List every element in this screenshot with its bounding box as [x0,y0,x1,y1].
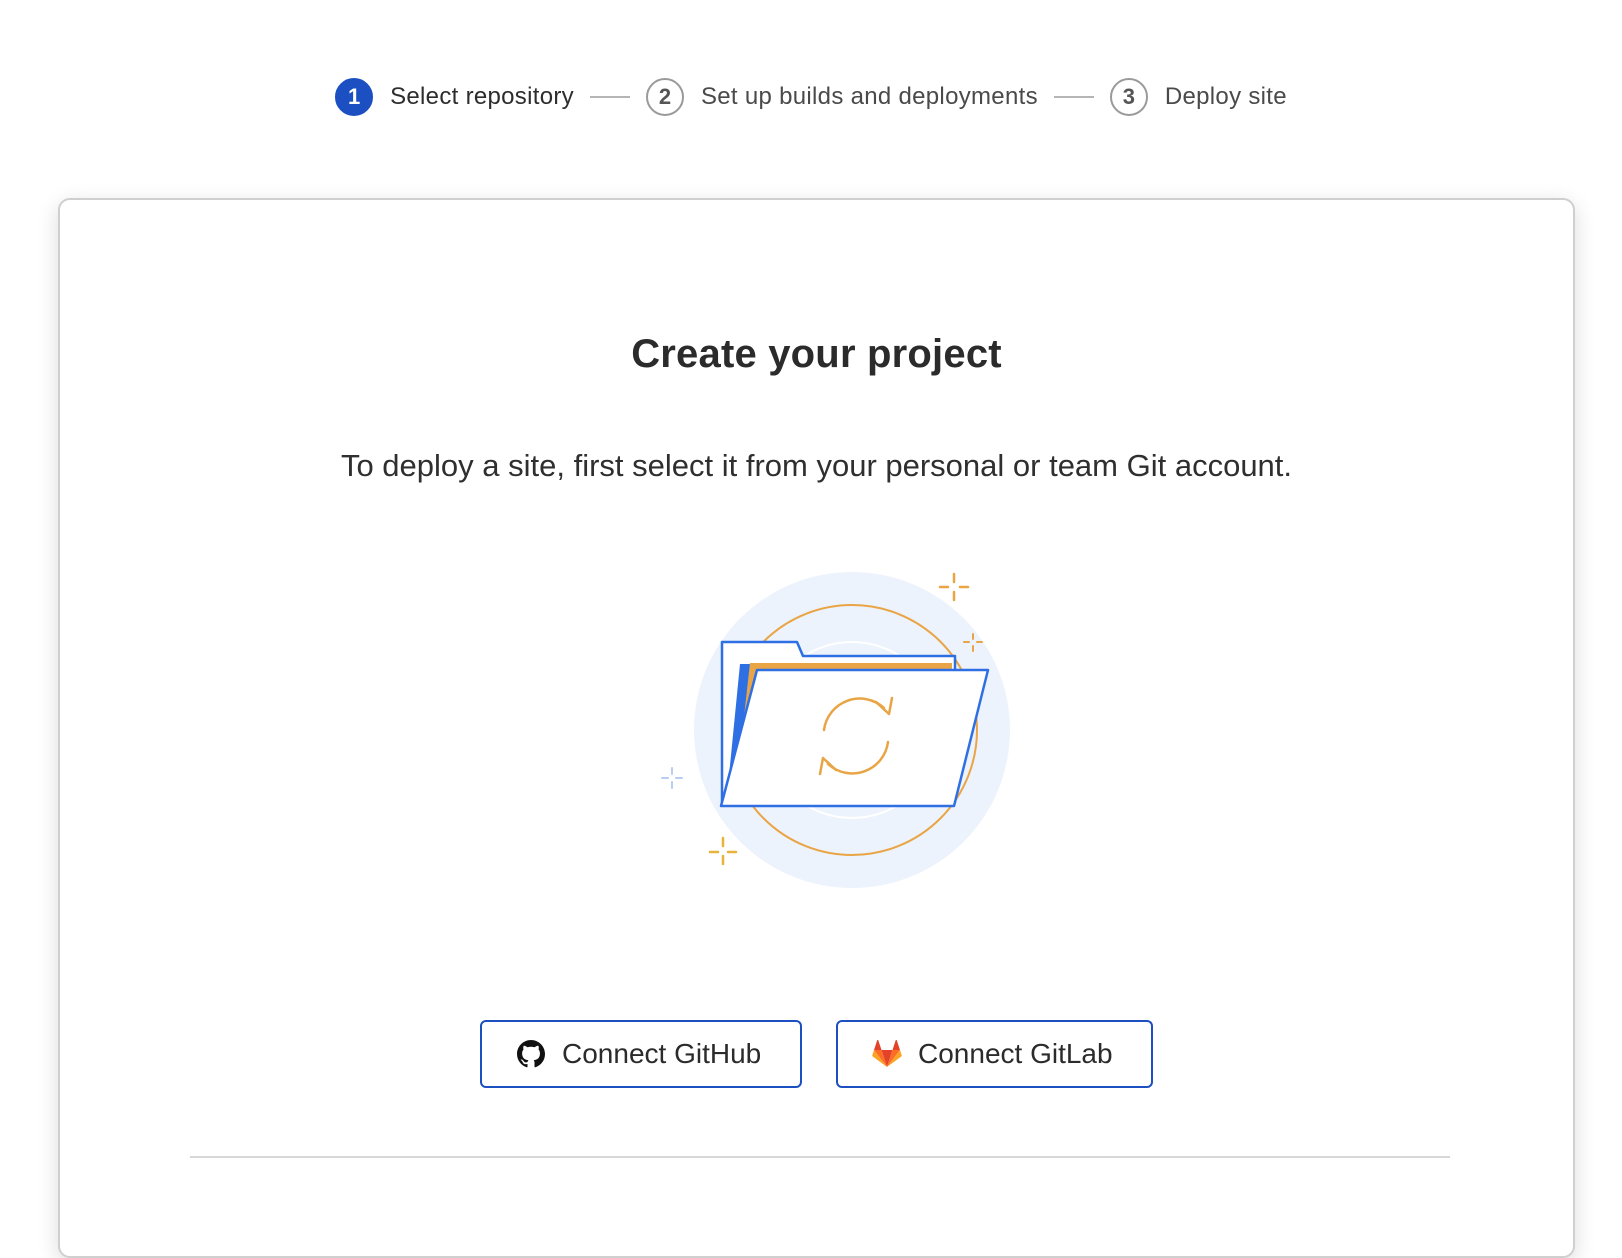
step-select-repository: 1 Select repository [335,78,574,116]
connect-github-label: Connect GitHub [562,1038,762,1069]
step-setup-builds: 2 Set up builds and deployments [645,78,1038,116]
page-title: Create your project [631,332,1002,376]
step-number-3: 3 [1109,78,1148,116]
step-connector [589,96,630,98]
progress-stepper: 1 Select repository 2 Set up builds and … [0,74,1622,120]
step-number-1: 1 [335,78,374,116]
github-icon [516,1039,546,1069]
connect-gitlab-button[interactable]: Connect GitLab [836,1020,1153,1088]
folder-sync-illustration [661,572,1010,888]
step-label-select-repository: Select repository [390,83,574,110]
connect-github-button[interactable]: Connect GitHub [480,1020,802,1088]
step-deploy-site: 3 Deploy site [1109,78,1287,116]
step-label-setup-builds: Set up builds and deployments [700,83,1038,110]
create-project-card: Create your project To deploy a site, fi… [58,198,1575,1258]
step-label-deploy-site: Deploy site [1164,83,1287,110]
section-divider [190,1156,1450,1158]
step-connector [1053,96,1094,98]
step-number-2: 2 [645,78,684,116]
gitlab-icon [872,1039,902,1069]
connect-buttons: Connect GitHub Connect GitLab [60,1020,1573,1088]
page-description: To deploy a site, first select it from y… [340,448,1293,483]
connect-gitlab-label: Connect GitLab [918,1038,1113,1069]
